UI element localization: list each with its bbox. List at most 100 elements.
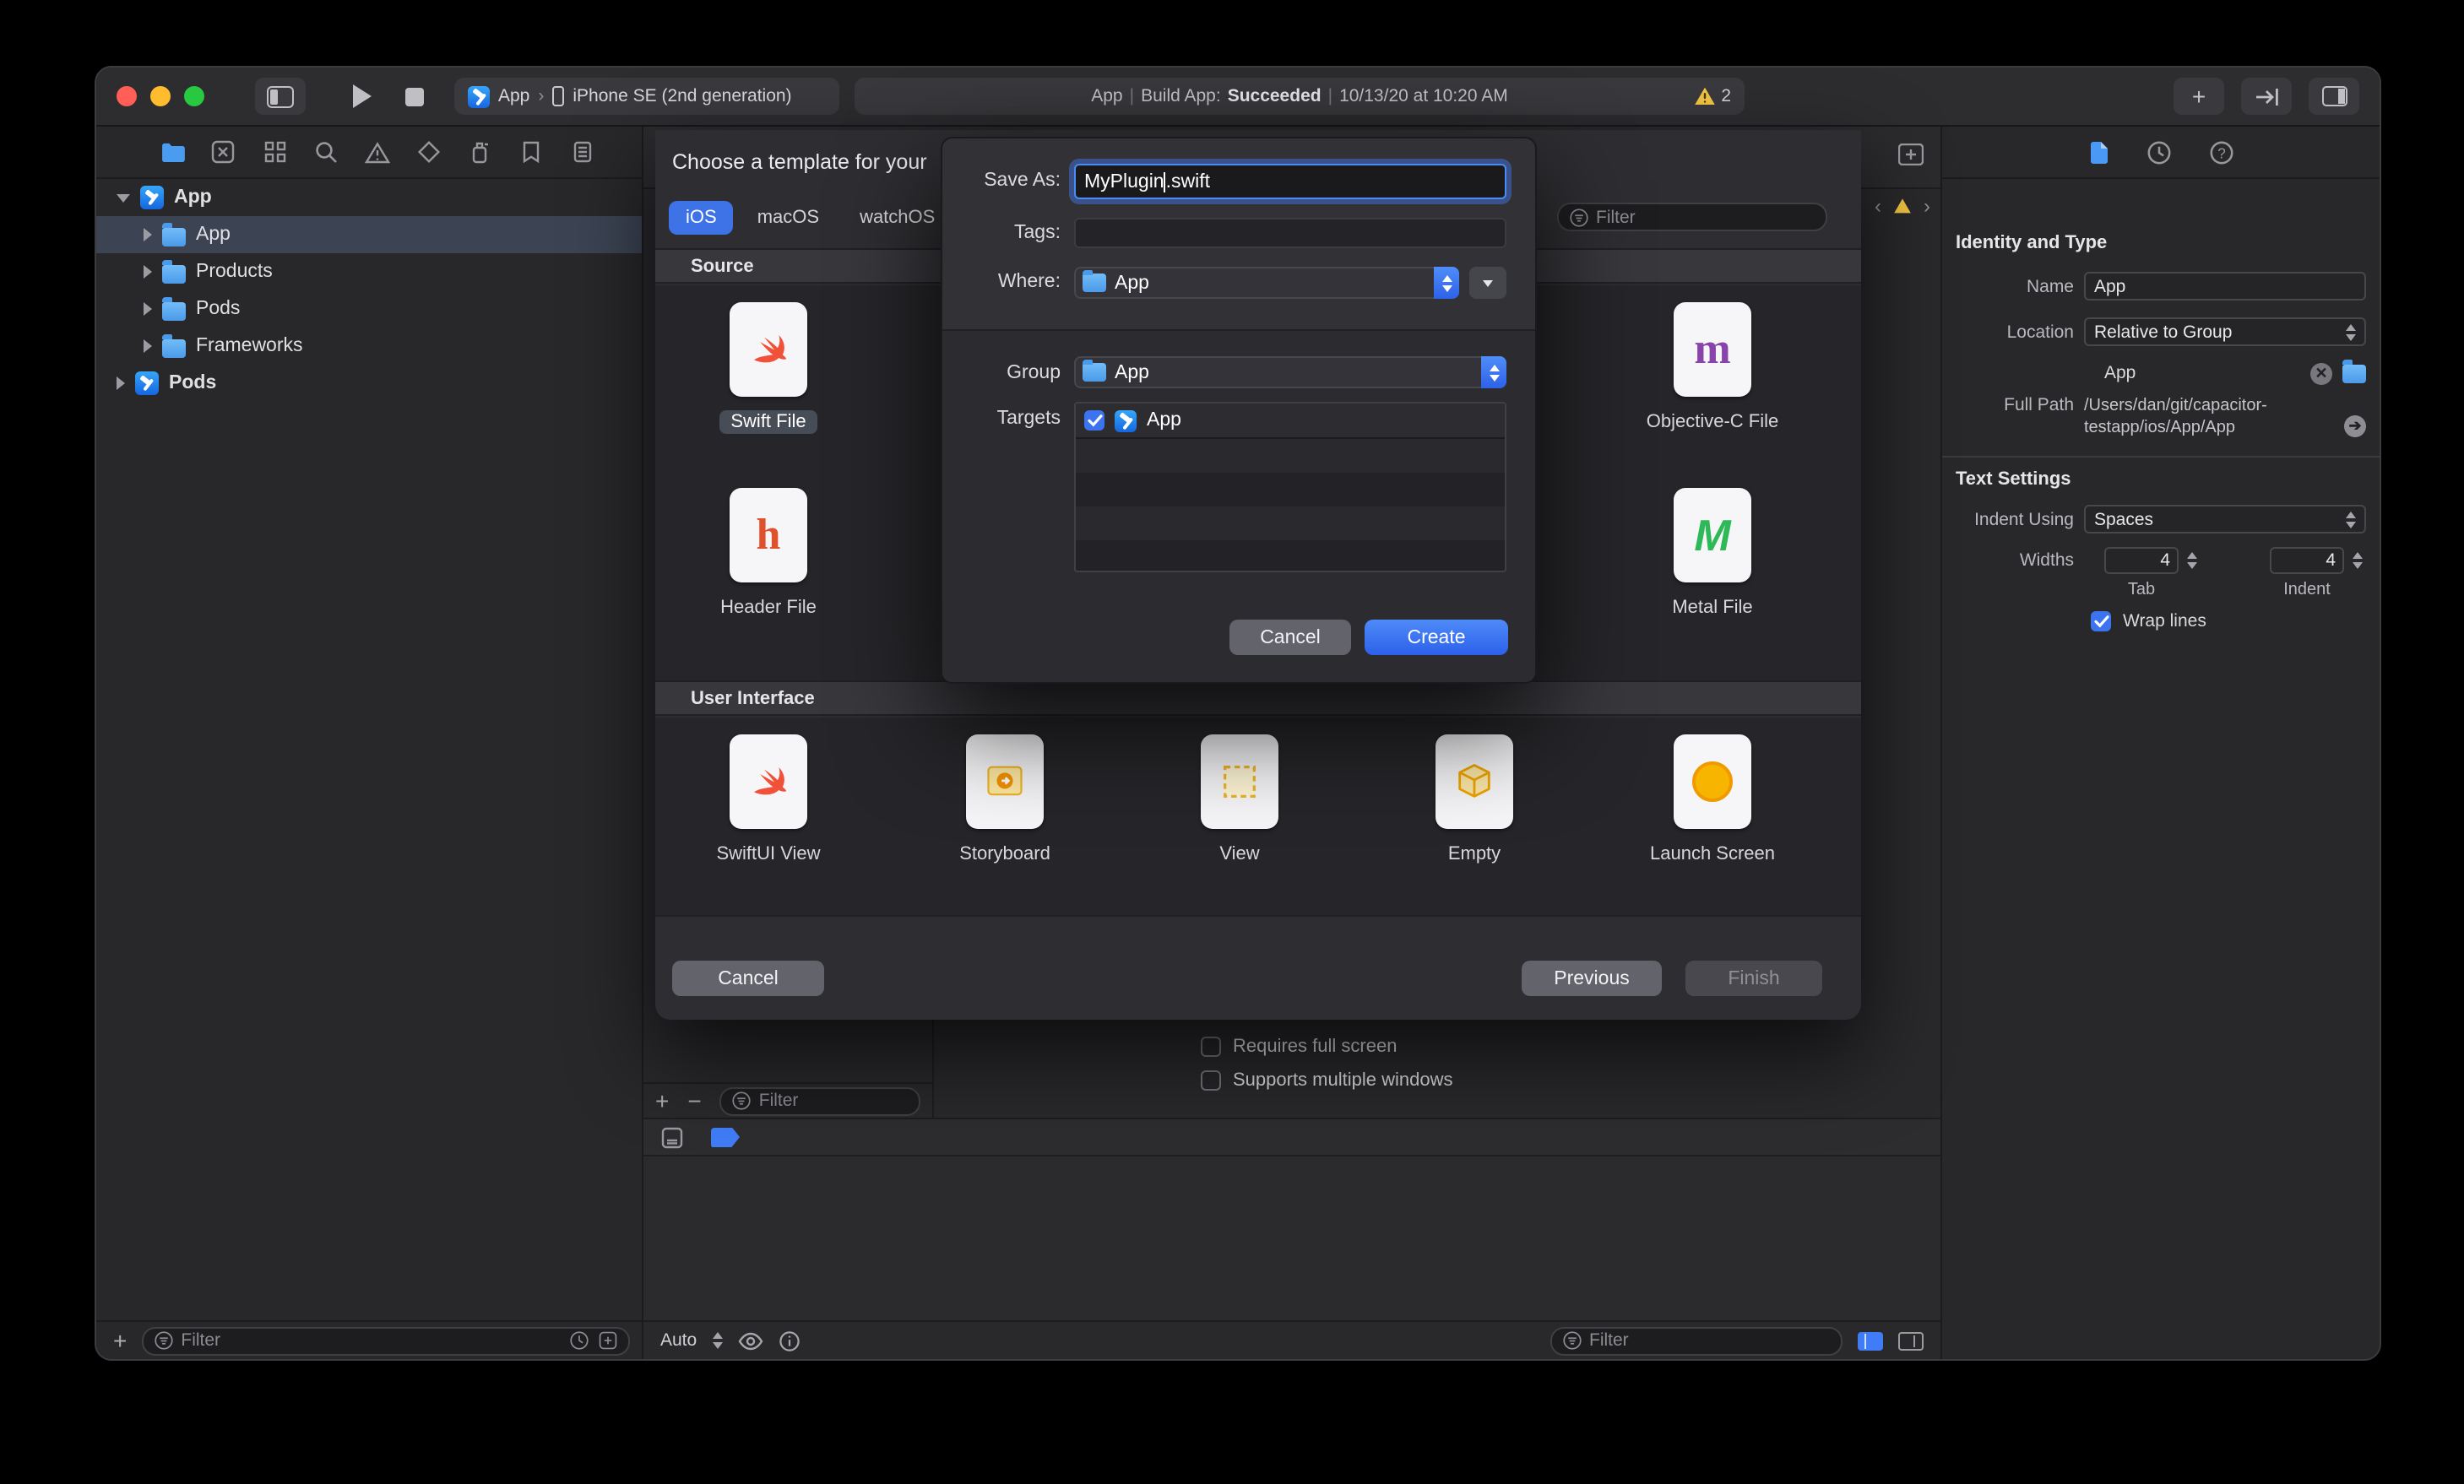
platform-tabs: iOS macOS watchOS xyxy=(669,201,952,235)
targets-filter-field[interactable]: Filter xyxy=(719,1086,920,1115)
recent-files-clock-icon[interactable] xyxy=(569,1330,589,1351)
location-popup[interactable]: Relative to Group xyxy=(2084,317,2366,346)
group-popup[interactable]: App xyxy=(1074,356,1506,388)
breakpoints-toggle-icon[interactable] xyxy=(711,1127,740,1147)
warning-badge[interactable]: 2 xyxy=(1694,86,1731,106)
toggle-navigator-button[interactable] xyxy=(255,78,306,115)
close-window-button[interactable] xyxy=(117,86,137,106)
info-icon[interactable] xyxy=(778,1330,800,1351)
run-button[interactable] xyxy=(353,84,372,108)
template-storyboard[interactable]: Storyboard xyxy=(912,734,1098,866)
disclosure-triangle-icon[interactable] xyxy=(144,302,152,316)
navigator-filter-field[interactable]: Filter xyxy=(142,1326,630,1355)
project-navigator-tree: App App Products Pods Frameworks Pods xyxy=(96,179,642,402)
template-view[interactable]: View xyxy=(1147,734,1332,866)
symbol-navigator-icon[interactable] xyxy=(260,137,290,167)
popup-stepper-icon xyxy=(1481,356,1506,388)
test-navigator-icon[interactable] xyxy=(414,137,444,167)
jump-to-path-icon[interactable]: ➔ xyxy=(2344,415,2366,437)
quick-help-inspector-icon[interactable]: ? xyxy=(2208,139,2233,165)
filename-field[interactable]: MyPlugin .swift xyxy=(1074,164,1506,199)
template-filter-field[interactable]: Filter xyxy=(1557,203,1827,231)
disclosure-triangle-icon[interactable] xyxy=(144,339,152,353)
popup-chevrons-icon[interactable] xyxy=(712,1332,723,1349)
add-file-button[interactable]: + xyxy=(113,1329,127,1352)
source-control-navigator-icon[interactable] xyxy=(209,137,239,167)
console-filter-field[interactable]: Filter xyxy=(1550,1326,1843,1355)
project-navigator-icon[interactable] xyxy=(157,137,187,167)
tab-macos[interactable]: macOS xyxy=(741,201,836,235)
scheme-selector[interactable]: App › iPhone SE (2nd generation) xyxy=(454,78,839,115)
template-empty[interactable]: Empty xyxy=(1381,734,1567,866)
sheet-previous-button[interactable]: Previous xyxy=(1522,961,1662,996)
tab-width-stepper[interactable] xyxy=(2182,547,2201,574)
disclosure-triangle-icon[interactable] xyxy=(144,228,152,241)
target-row-app[interactable]: App xyxy=(1076,403,1505,439)
console-view-toggle-icon[interactable] xyxy=(1898,1331,1924,1350)
supports-multiwindow-checkbox[interactable] xyxy=(1201,1070,1221,1091)
tab-ios[interactable]: iOS xyxy=(669,201,734,235)
debug-navigator-icon[interactable] xyxy=(465,137,496,167)
where-popup[interactable]: App xyxy=(1074,267,1459,299)
eye-icon[interactable] xyxy=(737,1331,763,1350)
dialog-cancel-button[interactable]: Cancel xyxy=(1229,620,1351,655)
name-field[interactable]: App xyxy=(2084,272,2366,301)
dialog-create-button[interactable]: Create xyxy=(1365,620,1508,655)
target-checkbox[interactable] xyxy=(1084,410,1104,431)
clear-location-icon[interactable]: ✕ xyxy=(2310,362,2332,384)
report-navigator-icon[interactable] xyxy=(567,137,598,167)
where-value: App xyxy=(1115,273,1149,293)
source-control-status-icon[interactable] xyxy=(598,1330,618,1351)
requires-fullscreen-checkbox[interactable] xyxy=(1201,1037,1221,1057)
debug-area-icon[interactable] xyxy=(660,1125,684,1149)
library-button[interactable]: + xyxy=(2174,78,2224,115)
template-objective-c-file[interactable]: m Objective-C File xyxy=(1620,302,1805,434)
warning-icon[interactable] xyxy=(1893,198,1912,214)
auto-variables-popup[interactable]: Auto xyxy=(660,1330,697,1351)
file-inspector-icon[interactable] xyxy=(2088,139,2109,165)
tree-item-frameworks-group[interactable]: Frameworks xyxy=(96,328,642,365)
add-editor-button[interactable] xyxy=(1898,144,1924,165)
template-swift-file[interactable]: Swift File xyxy=(676,302,861,434)
tree-item-app-project[interactable]: App xyxy=(96,179,642,216)
tab-watchos[interactable]: watchOS xyxy=(843,201,952,235)
template-launch-screen[interactable]: Launch Screen xyxy=(1620,734,1805,866)
sheet-finish-button[interactable]: Finish xyxy=(1685,961,1822,996)
indent-using-popup[interactable]: Spaces xyxy=(2084,505,2366,533)
history-inspector-icon[interactable] xyxy=(2146,139,2171,165)
disclosure-triangle-icon[interactable] xyxy=(117,376,125,390)
zoom-window-button[interactable] xyxy=(184,86,204,106)
expand-dialog-button[interactable] xyxy=(1469,267,1506,299)
tree-item-products-group[interactable]: Products xyxy=(96,253,642,290)
tab-width-field[interactable]: 4 xyxy=(2104,547,2179,574)
breakpoint-navigator-icon[interactable] xyxy=(516,137,546,167)
disclosure-triangle-icon[interactable] xyxy=(117,193,130,202)
indent-width-stepper[interactable] xyxy=(2347,547,2366,574)
indent-width-field[interactable]: 4 xyxy=(2270,547,2344,574)
template-swiftui-view[interactable]: SwiftUI View xyxy=(676,734,861,866)
add-target-button[interactable]: + xyxy=(655,1089,669,1113)
tags-label: Tags: xyxy=(1014,223,1061,243)
issue-navigator-icon[interactable] xyxy=(362,137,393,167)
empty-table-row xyxy=(1076,439,1505,473)
tree-item-app-group[interactable]: App xyxy=(96,216,642,253)
tree-item-pods-project[interactable]: Pods xyxy=(96,365,642,402)
toggle-inspectors-button[interactable] xyxy=(2309,78,2359,115)
find-navigator-icon[interactable] xyxy=(311,137,341,167)
remove-target-button[interactable]: − xyxy=(687,1089,701,1113)
split-panes-icon xyxy=(2321,86,2347,106)
forward-chevron-icon[interactable]: › xyxy=(1924,194,1930,218)
template-header-file[interactable]: h Header File xyxy=(676,488,861,620)
back-chevron-icon[interactable]: ‹ xyxy=(1875,194,1881,218)
template-metal-file[interactable]: M Metal File xyxy=(1620,488,1805,620)
tags-field[interactable] xyxy=(1074,218,1506,248)
choose-folder-icon[interactable] xyxy=(2342,360,2366,382)
minimize-window-button[interactable] xyxy=(150,86,171,106)
tree-item-pods-group[interactable]: Pods xyxy=(96,290,642,328)
stop-button[interactable] xyxy=(405,87,424,106)
hide-editor-button[interactable] xyxy=(2241,78,2292,115)
wrap-lines-checkbox[interactable] xyxy=(2091,611,2111,631)
variables-view-toggle-icon[interactable] xyxy=(1858,1331,1883,1350)
sheet-cancel-button[interactable]: Cancel xyxy=(672,961,824,996)
disclosure-triangle-icon[interactable] xyxy=(144,265,152,279)
